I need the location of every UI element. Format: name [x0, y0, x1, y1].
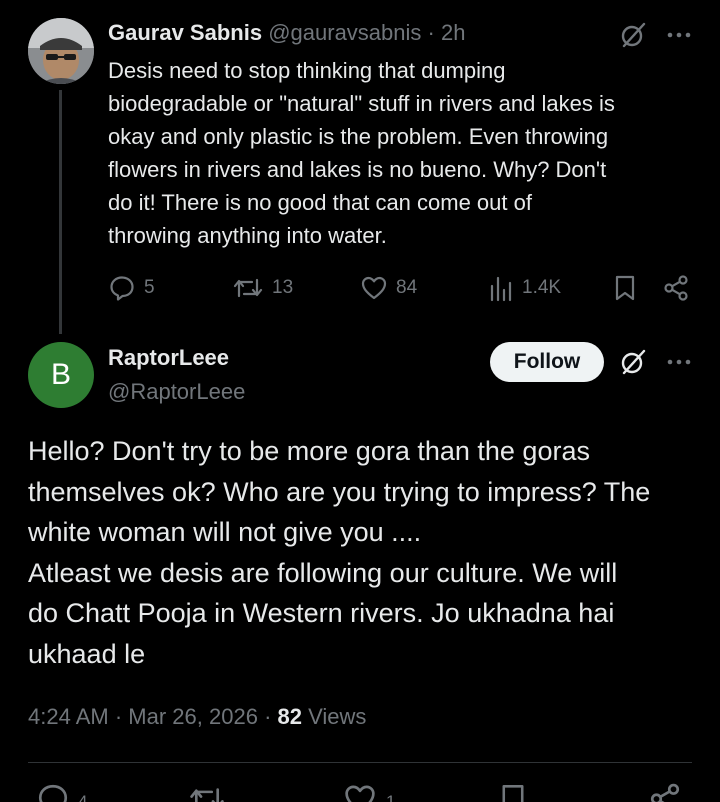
tweet-meta: 4:24 AM · Mar 26, 2026 · 82 Views	[28, 702, 366, 732]
text-line: okay and only plastic is the problem. Ev…	[108, 124, 609, 149]
text-line: themselves ok? Who are you trying to imp…	[28, 476, 651, 507]
bookmark-icon	[615, 275, 635, 301]
reply-tweet-text: Hello? Don't try to be more gora than th…	[28, 431, 698, 674]
separator: ·	[114, 704, 123, 729]
tweet-time[interactable]: 4:24 AM	[28, 704, 109, 729]
views-count[interactable]: 82	[278, 704, 302, 729]
bookmark-button[interactable]	[612, 274, 638, 302]
repost-button[interactable]: 13	[232, 274, 293, 302]
share-icon	[650, 783, 680, 802]
like-icon	[345, 785, 375, 802]
reply-button[interactable]: 5	[108, 274, 155, 302]
text-line: throwing anything into water.	[108, 223, 387, 248]
more-icon[interactable]	[664, 18, 694, 52]
grok-icon[interactable]	[616, 18, 650, 52]
parent-tweet-text: Desis need to stop thinking that dumping…	[108, 54, 704, 252]
text-line: biodegradable or "natural" stuff in rive…	[108, 91, 615, 116]
text-line: do it! There is no good that can come ou…	[108, 190, 532, 215]
grok-icon[interactable]	[616, 345, 650, 379]
time-ago[interactable]: 2h	[441, 20, 465, 45]
repost-icon	[190, 788, 224, 802]
avatar-letter: B	[50, 358, 71, 391]
like-count: 1	[386, 792, 396, 802]
display-name[interactable]: Gaurav Sabnis	[108, 20, 262, 45]
share-button[interactable]	[662, 274, 690, 302]
more-icon[interactable]	[664, 345, 694, 379]
repost-count: 13	[272, 277, 294, 298]
divider	[28, 762, 692, 763]
like-button[interactable]: 1	[342, 782, 395, 802]
avatar-raptorleee[interactable]: B	[28, 342, 94, 408]
text-line: do Chatt Pooja in Western rivers. Jo ukh…	[28, 598, 615, 628]
thread-line	[59, 90, 62, 334]
bookmark-button[interactable]	[498, 782, 528, 802]
text-line: ukhaad le	[28, 638, 146, 669]
share-icon	[664, 275, 688, 301]
tweet-date[interactable]: Mar 26, 2026	[128, 704, 258, 729]
reply-count: 5	[144, 277, 155, 298]
repost-icon	[233, 278, 263, 298]
text-line: Atleast we desis are following our cultu…	[28, 557, 618, 588]
avatar-gaurav[interactable]	[28, 18, 94, 84]
views-icon	[490, 276, 512, 302]
reply-button[interactable]: 4	[36, 782, 87, 802]
separator: ·	[427, 20, 435, 45]
reply-count: 4	[78, 792, 88, 802]
reply-icon	[38, 784, 68, 802]
separator: ·	[264, 704, 272, 729]
repost-button[interactable]	[188, 782, 226, 802]
bookmark-icon	[502, 785, 524, 802]
parent-tweet-header: Gaurav Sabnis @gauravsabnis · 2h	[108, 18, 465, 48]
views-label: Views	[308, 704, 367, 729]
views-count: 1.4K	[522, 277, 562, 298]
text-line: Hello? Don't try to be more gora than th…	[28, 436, 590, 466]
text-line: Desis need to stop thinking that dumping	[108, 58, 506, 83]
text-line: white woman will not give you ....	[28, 517, 422, 547]
reply-icon	[110, 276, 134, 301]
handle[interactable]: @RaptorLeee	[108, 377, 245, 407]
text-line: flowers in rivers and lakes is no bueno.…	[108, 157, 607, 182]
share-button[interactable]	[648, 782, 682, 802]
views-button[interactable]: 1.4K	[488, 274, 561, 302]
like-icon	[361, 276, 387, 300]
reply-action-bar: 4 1	[28, 782, 692, 802]
handle[interactable]: @gauravsabnis	[268, 20, 421, 45]
like-button[interactable]: 84	[360, 274, 417, 302]
display-name[interactable]: RaptorLeee	[108, 343, 229, 373]
like-count: 84	[396, 277, 418, 298]
follow-button[interactable]: Follow	[490, 342, 604, 382]
